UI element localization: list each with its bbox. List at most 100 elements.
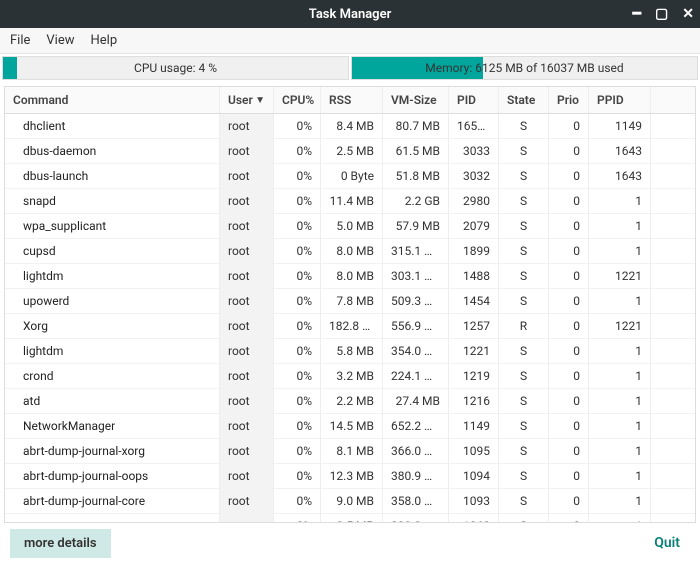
col-prio[interactable]: Prio: [549, 87, 589, 113]
cell-user: root: [220, 288, 274, 314]
table-row[interactable]: abrt-dump-journal-coreroot0%9.0 MB358.0 …: [5, 489, 695, 514]
cell-rss: 7.8 MB: [321, 288, 383, 314]
cell-pid: 3033: [449, 138, 499, 164]
col-vm[interactable]: VM-Size: [383, 87, 449, 113]
cell-prio: 0: [549, 213, 589, 239]
menu-view[interactable]: View: [46, 33, 74, 48]
cell-vm: 80.7 MB: [383, 114, 449, 139]
cell-user: root: [220, 438, 274, 464]
cell-ppid: 1149: [589, 114, 651, 139]
cell-ppid: 1: [589, 488, 651, 514]
cell-user: root: [220, 163, 274, 189]
col-rss[interactable]: RSS: [321, 87, 383, 113]
table-row[interactable]: abrt-dump-journal-xorgroot0%8.1 MB366.0 …: [5, 439, 695, 464]
cell-vm: 61.5 MB: [383, 138, 449, 164]
table-row[interactable]: atdroot0%2.2 MB27.4 MB1216S01: [5, 389, 695, 414]
cell-state: S: [499, 114, 549, 139]
window-title: Task Manager: [0, 7, 700, 22]
table-row[interactable]: dbus-launchroot0%0 Byte51.8 MB3032S01643: [5, 164, 695, 189]
memory-meter[interactable]: Memory: 6125 MB of 16037 MB used: [351, 56, 698, 80]
cell-cpu: 0%: [274, 163, 321, 189]
cell-vm: 299.2 MB: [383, 513, 449, 522]
cell-pid: 1257: [449, 313, 499, 339]
cell-ppid: 1: [589, 288, 651, 314]
cell-ppid: 1: [589, 513, 651, 522]
cell-prio: 0: [549, 114, 589, 139]
cell-prio: 0: [549, 188, 589, 214]
cell-pid: 2079: [449, 213, 499, 239]
cell-rss: 8.4 MB: [321, 114, 383, 139]
cell-rss: 3.2 MB: [321, 363, 383, 389]
table-row[interactable]: snapdroot0%11.4 MB2.2 GB2980S01: [5, 189, 695, 214]
cell-pid: 1221: [449, 338, 499, 364]
cell-cpu: 0%: [274, 363, 321, 389]
cell-vm: 358.0 MB: [383, 488, 449, 514]
table-row[interactable]: dhclientroot0%8.4 MB80.7 MB16523S01149: [5, 114, 695, 139]
cell-cmd: lightdm: [5, 338, 220, 364]
cell-state: S: [499, 513, 549, 522]
cell-cpu: 0%: [274, 438, 321, 464]
cell-state: S: [499, 138, 549, 164]
cell-pid: 1094: [449, 463, 499, 489]
table-row[interactable]: crondroot0%3.2 MB224.1 MB1219S01: [5, 364, 695, 389]
cell-rss: 0 Byte: [321, 163, 383, 189]
cell-state: S: [499, 188, 549, 214]
close-icon[interactable]: ✕: [682, 6, 694, 22]
cell-rss: 5.0 MB: [321, 213, 383, 239]
maximize-icon[interactable]: ▢: [655, 6, 668, 22]
cell-ppid: 1: [589, 438, 651, 464]
cell-pid: 1488: [449, 263, 499, 289]
cell-state: S: [499, 413, 549, 439]
cell-state: S: [499, 463, 549, 489]
col-state[interactable]: State: [499, 87, 549, 113]
cell-vm: 51.8 MB: [383, 163, 449, 189]
cell-cpu: 0%: [274, 513, 321, 522]
cell-prio: 0: [549, 338, 589, 364]
window-controls: ━ ▢ ✕: [633, 0, 694, 28]
table-row[interactable]: upowerdroot0%7.8 MB509.3 MB1454S01: [5, 289, 695, 314]
cell-vm: 27.4 MB: [383, 388, 449, 414]
cell-cpu: 0%: [274, 238, 321, 264]
cell-ppid: 1643: [589, 138, 651, 164]
cell-ppid: 1221: [589, 313, 651, 339]
quit-button[interactable]: Quit: [644, 528, 690, 558]
cell-vm: 224.1 MB: [383, 363, 449, 389]
cell-ppid: 1: [589, 213, 651, 239]
cell-state: S: [499, 438, 549, 464]
cell-ppid: 1: [589, 188, 651, 214]
col-pid[interactable]: PID: [449, 87, 499, 113]
cell-cpu: 0%: [274, 213, 321, 239]
table-row[interactable]: abrt-dump-journal-oopsroot0%12.3 MB380.9…: [5, 464, 695, 489]
cell-vm: 315.1 MB: [383, 238, 449, 264]
cell-ppid: 1: [589, 338, 651, 364]
menu-help[interactable]: Help: [91, 33, 118, 48]
cell-rss: 14.5 MB: [321, 413, 383, 439]
more-details-button[interactable]: more details: [10, 529, 111, 558]
col-cpu[interactable]: CPU%: [274, 87, 321, 113]
cpu-meter[interactable]: CPU usage: 4 %: [2, 56, 349, 80]
cell-cmd: NetworkManager: [5, 413, 220, 439]
cell-cmd: atd: [5, 388, 220, 414]
table-row[interactable]: wpa_supplicantroot0%5.0 MB57.9 MB2079S01: [5, 214, 695, 239]
cell-prio: 0: [549, 438, 589, 464]
footer: more details Quit: [0, 523, 700, 563]
table-row[interactable]: gssproxyroot0%3.5 MB299.2 MB1068S01: [5, 514, 695, 522]
table-row[interactable]: lightdmroot0%8.0 MB303.1 MB1488S01221: [5, 264, 695, 289]
minimize-icon[interactable]: ━: [633, 6, 641, 22]
table-row[interactable]: cupsdroot0%8.0 MB315.1 MB1899S01: [5, 239, 695, 264]
table-row[interactable]: dbus-daemonroot0%2.5 MB61.5 MB3033S01643: [5, 139, 695, 164]
cell-cmd: cupsd: [5, 238, 220, 264]
table-row[interactable]: Xorgroot0%182.8 MB556.9 MB1257R01221: [5, 314, 695, 339]
cell-ppid: 1221: [589, 263, 651, 289]
col-command[interactable]: Command: [5, 87, 220, 113]
menu-file[interactable]: File: [10, 33, 30, 48]
table-body[interactable]: dhclientroot0%8.4 MB80.7 MB16523S01149db…: [5, 114, 695, 522]
table-row[interactable]: lightdmroot0%5.8 MB354.0 MB1221S01: [5, 339, 695, 364]
col-ppid[interactable]: PPID: [589, 87, 651, 113]
cell-vm: 2.2 GB: [383, 188, 449, 214]
table-row[interactable]: NetworkManagerroot0%14.5 MB652.2 MB1149S…: [5, 414, 695, 439]
cell-vm: 303.1 MB: [383, 263, 449, 289]
col-user[interactable]: User▼: [220, 87, 274, 113]
cell-cmd: abrt-dump-journal-core: [5, 488, 220, 514]
cell-user: root: [220, 238, 274, 264]
